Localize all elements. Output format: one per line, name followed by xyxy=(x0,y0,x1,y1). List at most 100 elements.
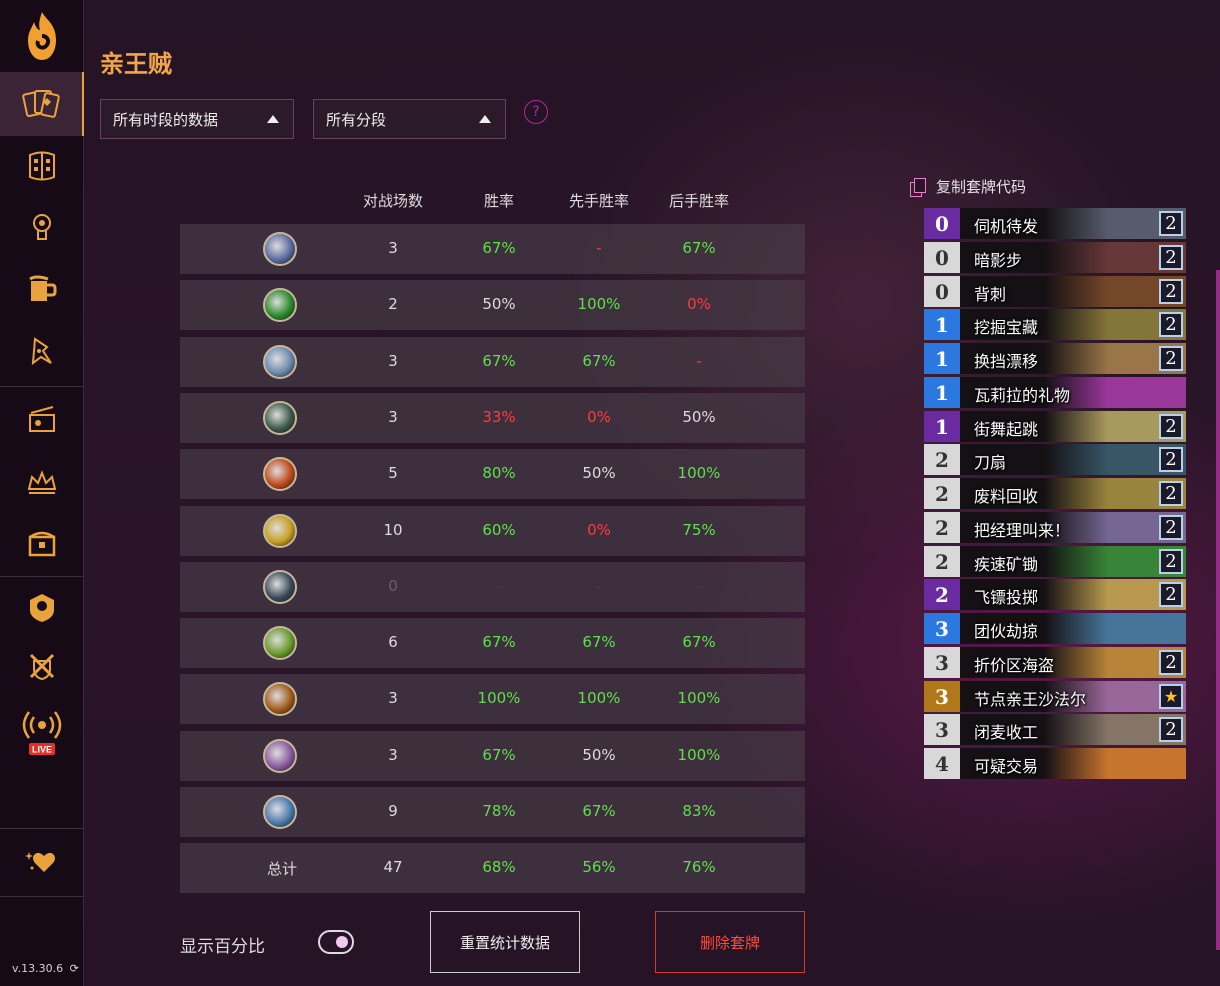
deck-card[interactable]: 1 换挡漂移 2 xyxy=(924,343,1186,374)
header-first-winrate: 先手胜率 xyxy=(568,192,629,210)
sidebar-item-favorite[interactable] xyxy=(0,830,84,894)
opponent-class-icon xyxy=(263,626,297,660)
cell-first-winrate: 50% xyxy=(582,746,616,764)
caret-up-icon xyxy=(479,115,491,123)
card-cost: 4 xyxy=(924,748,960,779)
cell-second-winrate: 0% xyxy=(687,295,711,313)
cell-first-winrate: - xyxy=(596,239,602,257)
deck-card[interactable]: 0 伺机待发 2 xyxy=(924,208,1186,239)
card-cost: 1 xyxy=(924,343,960,374)
copy-deck-code-button[interactable]: 复制套牌代码 xyxy=(910,176,1026,197)
card-cost: 3 xyxy=(924,647,960,678)
card-name: 换挡漂移 xyxy=(974,352,1039,371)
card-count: 2 xyxy=(1159,279,1183,304)
time-filter-dropdown[interactable]: 所有时段的数据 xyxy=(100,99,294,139)
cell-games: 10 xyxy=(383,521,403,539)
deck-card[interactable]: 3 节点亲王沙法尔 ★ xyxy=(924,681,1186,712)
cell-second-winrate: 67% xyxy=(682,239,716,257)
card-name: 把经理叫来！ xyxy=(974,521,1071,540)
deck-card[interactable]: 4 可疑交易 xyxy=(924,748,1186,779)
copy-icon xyxy=(910,177,926,197)
tavern-icon xyxy=(29,275,57,301)
rank-filter-dropdown[interactable]: 所有分段 xyxy=(313,99,506,139)
sidebar-item-live[interactable]: LIVE xyxy=(0,700,84,764)
cell-second-winrate: 100% xyxy=(677,464,721,482)
page-title: 亲王贼 xyxy=(100,50,172,78)
version-label: v.13.30.6 ⟳ xyxy=(12,962,79,975)
tickets-icon xyxy=(29,406,55,432)
deck-card[interactable]: 3 团伙劫掠 xyxy=(924,613,1186,644)
sidebar-item-hero[interactable] xyxy=(0,576,84,640)
card-count: 2 xyxy=(1159,245,1183,270)
header-second-winrate: 后手胜率 xyxy=(668,192,729,210)
cell-second-winrate: 100% xyxy=(677,746,721,764)
card-cost: 3 xyxy=(924,714,960,745)
chest-icon xyxy=(28,531,56,557)
card-count: 2 xyxy=(1159,549,1183,574)
deck-card[interactable]: 2 把经理叫来！ 2 xyxy=(924,512,1186,543)
cell-second-winrate: 75% xyxy=(682,521,716,539)
sidebar-item-tickets[interactable] xyxy=(0,388,84,452)
sidebar-item-crown[interactable] xyxy=(0,450,84,514)
show-percent-toggle[interactable] xyxy=(318,930,354,954)
favorite-icon xyxy=(25,852,55,872)
sidebar: LIVE v.13.30.6 ⟳ xyxy=(0,0,84,986)
scrollbar[interactable] xyxy=(1216,270,1220,950)
total-first-winrate: 56% xyxy=(582,858,616,876)
opponent-class-icon xyxy=(263,457,297,491)
cell-games: 0 xyxy=(388,577,398,595)
deck-card[interactable]: 1 街舞起跳 2 xyxy=(924,411,1186,442)
refresh-icon[interactable]: ⟳ xyxy=(70,962,79,975)
card-name: 疾速矿锄 xyxy=(974,555,1039,574)
cell-first-winrate: 100% xyxy=(577,295,621,313)
card-cost: 2 xyxy=(924,478,960,509)
decks-icon xyxy=(22,90,60,118)
copy-deck-code-label: 复制套牌代码 xyxy=(936,178,1027,196)
cell-winrate: - xyxy=(496,577,502,595)
table-row: 2 50% 100% 0% xyxy=(180,280,805,330)
card-name: 闭麦收工 xyxy=(974,723,1039,742)
card-name: 挖掘宝藏 xyxy=(974,318,1039,337)
card-name: 瓦莉拉的礼物 xyxy=(974,386,1071,405)
opponent-class-icon xyxy=(263,401,297,435)
cell-games: 9 xyxy=(388,802,398,820)
sidebar-item-mulligan[interactable] xyxy=(0,196,84,260)
help-icon[interactable]: ? xyxy=(524,100,548,124)
deck-card[interactable]: 1 瓦莉拉的礼物 xyxy=(924,377,1186,408)
deck-card[interactable]: 3 折价区海盗 2 xyxy=(924,647,1186,678)
app-logo-icon[interactable] xyxy=(20,10,64,62)
cell-games: 2 xyxy=(388,295,398,313)
deck-card[interactable]: 0 背刺 2 xyxy=(924,276,1186,307)
card-cost: 1 xyxy=(924,377,960,408)
cell-winrate: 67% xyxy=(482,239,516,257)
sidebar-item-decks[interactable] xyxy=(0,72,84,136)
sidebar-item-chest[interactable] xyxy=(0,512,84,576)
toggle-knob xyxy=(336,936,348,948)
live-icon: LIVE xyxy=(22,711,62,755)
total-games: 47 xyxy=(383,858,403,876)
cell-games: 3 xyxy=(388,352,398,370)
card-cost: 3 xyxy=(924,613,960,644)
sidebar-item-tavern[interactable] xyxy=(0,258,84,322)
deck-card[interactable]: 2 疾速矿锄 2 xyxy=(924,546,1186,577)
card-name: 飞镖投掷 xyxy=(974,588,1039,607)
table-row: 9 78% 67% 83% xyxy=(180,787,805,837)
deck-card[interactable]: 1 挖掘宝藏 2 xyxy=(924,309,1186,340)
opponent-class-icon xyxy=(263,514,297,548)
cell-first-winrate: 100% xyxy=(577,689,621,707)
deck-card[interactable]: 0 暗影步 2 xyxy=(924,242,1186,273)
delete-deck-button[interactable]: 删除套牌 xyxy=(655,911,805,973)
deck-card[interactable]: 2 刀扇 2 xyxy=(924,444,1186,475)
hero-icon xyxy=(30,594,54,622)
deck-card[interactable]: 2 废料回收 2 xyxy=(924,478,1186,509)
cell-winrate: 33% xyxy=(482,408,516,426)
cell-first-winrate: 50% xyxy=(582,464,616,482)
deck-card[interactable]: 2 飞镖投掷 2 xyxy=(924,579,1186,610)
card-count: 2 xyxy=(1159,211,1183,236)
sidebar-item-battlegrounds[interactable] xyxy=(0,320,84,384)
table-row: 3 33% 0% 50% xyxy=(180,393,805,443)
sidebar-item-cards[interactable] xyxy=(0,134,84,198)
reset-stats-button[interactable]: 重置统计数据 xyxy=(430,911,580,973)
deck-card[interactable]: 3 闭麦收工 2 xyxy=(924,714,1186,745)
sidebar-item-arena[interactable] xyxy=(0,634,84,698)
